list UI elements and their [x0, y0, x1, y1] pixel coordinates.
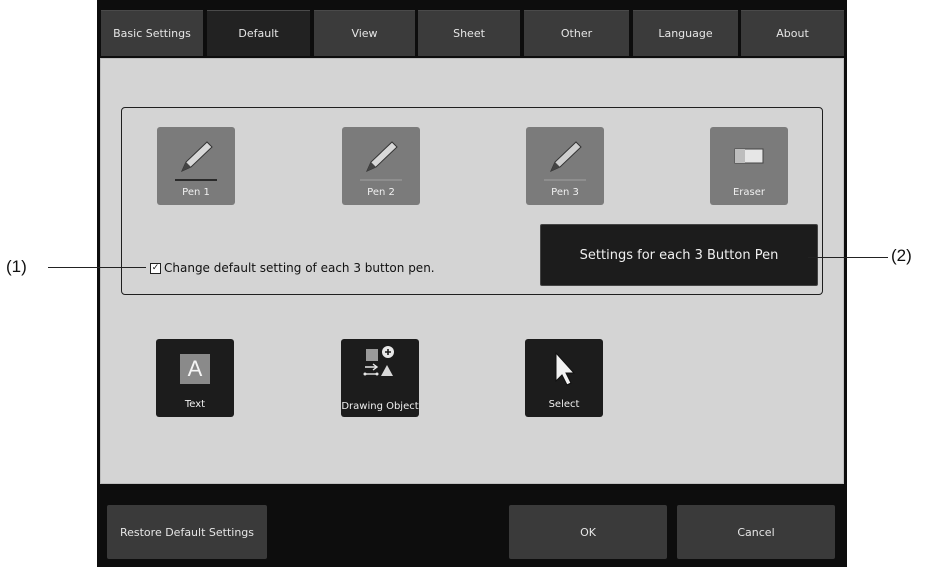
tab-language[interactable]: Language: [633, 10, 738, 56]
drawing-object-label: Drawing Object: [341, 401, 419, 412]
pen-icon: [157, 135, 235, 179]
settings-3-button-pen-button[interactable]: Settings for each 3 Button Pen: [540, 224, 818, 286]
tab-default[interactable]: Default: [207, 10, 310, 56]
pen1-label: Pen 1: [182, 187, 210, 198]
tab-about[interactable]: About: [741, 10, 844, 56]
change-default-checkbox-row[interactable]: ✓ Change default setting of each 3 butto…: [150, 261, 435, 275]
eraser-label: Eraser: [732, 187, 766, 198]
cancel-button[interactable]: Cancel: [677, 505, 835, 559]
pen-icon: [526, 135, 604, 179]
change-default-checkbox-label: Change default setting of each 3 button …: [164, 261, 435, 275]
select-tool-label: Select: [548, 399, 580, 410]
text-a-icon: A: [156, 347, 234, 391]
active-pen-underline: [175, 179, 217, 181]
change-default-checkbox[interactable]: ✓: [150, 262, 161, 274]
text-tool-button[interactable]: A Text: [156, 339, 234, 417]
callout-1-label: (1): [6, 257, 27, 276]
text-tool-label: Text: [184, 399, 206, 410]
ok-button[interactable]: OK: [509, 505, 667, 559]
eraser-button[interactable]: Eraser: [710, 127, 788, 205]
pen1-button[interactable]: Pen 1: [157, 127, 235, 205]
select-tool-button[interactable]: Select: [525, 339, 603, 417]
settings-dialog: Basic Settings Default View Sheet Other …: [97, 0, 847, 567]
pen3-button[interactable]: Pen 3: [526, 127, 604, 205]
pen-settings-group: Pen 1 Pen 2 Pen 3 Eraser ✓ Change defaul…: [121, 107, 823, 295]
drawing-object-button[interactable]: Drawing Object: [341, 339, 419, 417]
tab-other[interactable]: Other: [524, 10, 629, 56]
callout-1-leader-line: [48, 267, 146, 268]
pen2-button[interactable]: Pen 2: [342, 127, 420, 205]
restore-default-settings-button[interactable]: Restore Default Settings: [107, 505, 267, 559]
pen2-label: Pen 2: [367, 187, 395, 198]
pen3-label: Pen 3: [551, 187, 579, 198]
shapes-icon: [341, 341, 419, 385]
cursor-arrow-icon: [525, 347, 603, 391]
pen-icon: [342, 135, 420, 179]
pen-underline: [544, 179, 586, 181]
callout-2-leader-line: [808, 257, 888, 258]
callout-2-label: (2): [891, 246, 912, 265]
eraser-icon: [710, 135, 788, 179]
tab-sheet[interactable]: Sheet: [418, 10, 520, 56]
tab-view[interactable]: View: [314, 10, 415, 56]
tab-basic-settings[interactable]: Basic Settings: [101, 10, 203, 56]
pen-underline: [360, 179, 402, 181]
default-settings-panel: Pen 1 Pen 2 Pen 3 Eraser ✓ Change defaul…: [100, 58, 844, 484]
